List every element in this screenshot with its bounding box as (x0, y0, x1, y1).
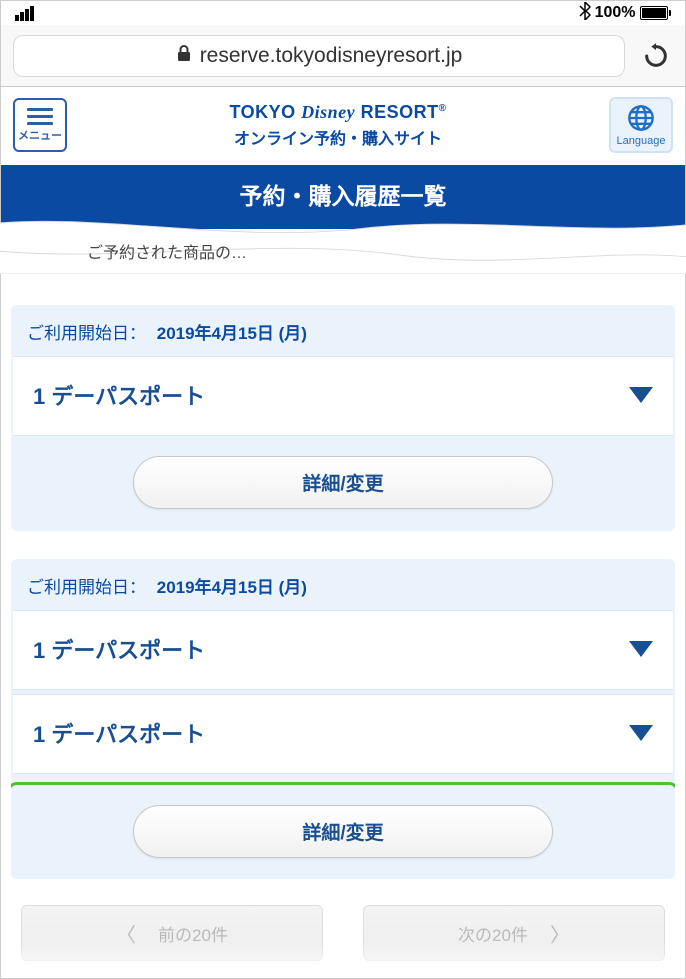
torn-paper-divider: ご予約された商品の… (1, 229, 685, 277)
truncated-description: ご予約された商品の… (87, 239, 247, 263)
signal-icon (15, 6, 34, 21)
order-card: ご利用開始日： 2019年4月15日 (月) 1 デーパスポート 1 デーパスポ… (11, 559, 675, 879)
prev-page-button[interactable]: 〈 前の20件 (21, 905, 323, 961)
hamburger-icon (27, 108, 53, 125)
refresh-button[interactable] (639, 39, 673, 73)
chevron-down-icon (629, 387, 653, 403)
chevron-right-icon: 〉 (550, 919, 570, 948)
pagination: 〈 前の20件 次の20件 〉 (11, 879, 675, 961)
menu-label: メニュー (18, 127, 62, 143)
product-name: 1 デーパスポート (33, 717, 205, 749)
order-card: ご利用開始日： 2019年4月15日 (月) 1 デーパスポート 詳細/変更 (11, 305, 675, 531)
app-header: メニュー TOKYO Disney RESORT® オンライン予約・購入サイト … (1, 87, 685, 165)
next-label: 次の20件 (458, 921, 528, 946)
order-date-header: ご利用開始日： 2019年4月15日 (月) (11, 305, 675, 356)
chevron-left-icon: 〈 (116, 919, 136, 948)
chevron-down-icon (629, 725, 653, 741)
battery-pct: 100% (595, 4, 636, 22)
order-date-header: ご利用開始日： 2019年4月15日 (月) (11, 559, 675, 610)
bluetooth-icon (579, 2, 591, 25)
product-name: 1 デーパスポート (33, 633, 205, 665)
language-label: Language (617, 135, 666, 147)
product-row[interactable]: 1 デーパスポート (13, 356, 673, 436)
details-change-button[interactable]: 詳細/変更 (133, 456, 553, 509)
battery-icon (640, 6, 672, 20)
url-text: reserve.tokyodisneyresort.jp (200, 44, 463, 68)
product-name: 1 デーパスポート (33, 379, 205, 411)
product-row[interactable]: 1 デーパスポート (13, 694, 673, 774)
brand-logo: TOKYO Disney RESORT® オンライン予約・購入サイト (229, 102, 446, 149)
globe-icon (627, 104, 655, 135)
section-title: 予約・購入履歴一覧 (240, 183, 447, 209)
menu-button[interactable]: メニュー (13, 98, 67, 152)
chevron-down-icon (629, 641, 653, 657)
product-row[interactable]: 1 デーパスポート (13, 610, 673, 690)
details-change-button[interactable]: 詳細/変更 (133, 805, 553, 858)
language-button[interactable]: Language (609, 97, 673, 153)
brand-subtitle: オンライン予約・購入サイト (229, 125, 446, 149)
highlight-box: 詳細/変更 (11, 782, 675, 879)
safari-address-bar: reserve.tokyodisneyresort.jp (1, 25, 685, 87)
url-field[interactable]: reserve.tokyodisneyresort.jp (13, 35, 625, 77)
next-page-button[interactable]: 次の20件 〉 (363, 905, 665, 961)
prev-label: 前の20件 (158, 921, 228, 946)
lock-icon (176, 44, 192, 68)
ios-status-bar: 100% (1, 1, 685, 25)
